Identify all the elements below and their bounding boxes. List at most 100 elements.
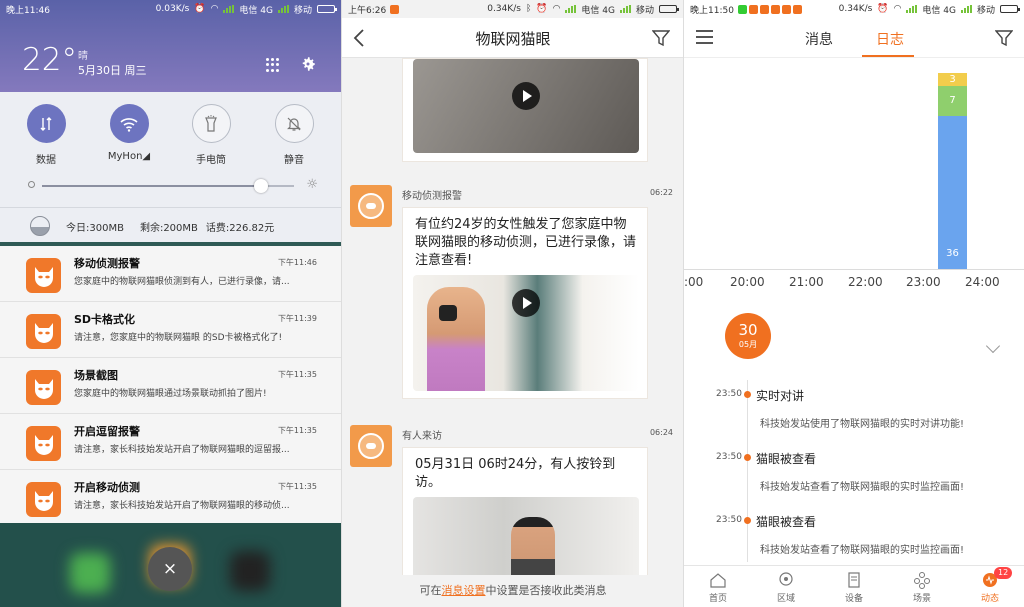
video-thumbnail[interactable] [413, 497, 639, 587]
notification-shade-panel: 晚上11:46 0.03K/s ⏰ ◠ 电信 4G 移动 22° 晴 5月30日… [0, 0, 341, 607]
weather-temp: 22° [22, 42, 77, 78]
event-title[interactable]: 猫眼被查看 [756, 450, 816, 467]
tab-scene[interactable]: 场景 [902, 571, 942, 604]
notification-text: 请注意，您家庭中的物联网猫眼 的SD卡被格式化了! [74, 333, 283, 343]
close-icon: × [162, 559, 178, 579]
quick-silent-toggle[interactable]: 静音 [264, 104, 324, 166]
event-text: 科技始发站使用了物联网猫眼的实时对讲功能! [760, 419, 965, 430]
cat-eye-app-icon [26, 258, 61, 293]
wifi-icon: ◠ [210, 4, 219, 14]
tab-activity[interactable]: 动态 12 [970, 567, 1013, 604]
camera-avatar-icon [350, 185, 392, 227]
play-icon[interactable] [512, 82, 540, 110]
menu-icon[interactable] [696, 30, 713, 44]
event-dot [744, 454, 751, 461]
notification-title: 移动侦测报警 [74, 257, 140, 270]
video-thumbnail[interactable] [413, 275, 639, 391]
battery-icon [659, 5, 679, 13]
message-settings-link[interactable]: 消息设置 [442, 584, 486, 597]
alarm-icon: ⏰ [194, 4, 206, 14]
phone-icon [70, 553, 110, 593]
carrier2-label: 移动 [635, 5, 654, 16]
event-text: 科技始发站查看了物联网猫眼的实时监控画面! [760, 482, 965, 493]
video-thumbnail[interactable] [413, 59, 639, 153]
message-title: 移动侦测报警 [402, 191, 462, 202]
notification-item[interactable]: SD卡格式化 下午11:39 请注意，您家庭中的物联网猫眼 的SD卡被格式化了! [0, 302, 341, 358]
signal-icon [906, 5, 918, 13]
activity-badge: 12 [994, 567, 1013, 579]
message-time: 06:24 [649, 428, 673, 437]
message-card: 05月31日 06时24分，有人按铃到访。 [402, 447, 648, 587]
x-tick-label: 20:00 [730, 275, 765, 289]
tab-log[interactable]: 日志 [876, 29, 904, 49]
scene-icon [914, 572, 930, 589]
filter-icon[interactable] [652, 29, 670, 47]
signal-icon-2 [277, 5, 289, 13]
quick-wifi-toggle[interactable]: MyHon◢ [99, 104, 159, 162]
event-title[interactable]: 实时对讲 [756, 387, 804, 404]
carrier-label: 电信 4G [922, 5, 956, 16]
event-title[interactable]: 猫眼被查看 [756, 513, 816, 530]
net-speed: 0.34K/s [838, 4, 873, 14]
bar-segment-2: 3 [938, 73, 967, 86]
status-time: 上午6:26 [348, 5, 387, 16]
apps-grid-icon[interactable] [266, 58, 280, 72]
brightness-knob[interactable] [254, 179, 268, 193]
tab-area[interactable]: 区域 [766, 571, 806, 604]
data-usage-row: 今日:300MB 剩余:200MB 话费:226.82元 [30, 216, 274, 236]
flashlight-icon [205, 114, 217, 132]
status-bar: 晚上11:50 0.34K/s ⏰ ◠ 电信 4G 移动 [684, 0, 1024, 18]
tab-device[interactable]: 设备 [834, 571, 874, 604]
camera-icon [230, 551, 270, 591]
alarm-icon: ⏰ [877, 4, 889, 14]
home-icon [710, 573, 726, 588]
quick-flashlight-toggle[interactable]: 手电筒 [181, 104, 241, 166]
cat-eye-app-icon [26, 482, 61, 517]
notification-text: 请注意，家长科技始发站开启了物联网猫眼的移动侦... [74, 501, 290, 511]
quick-settings: 数据 MyHon◢ 手电筒 静音 ☼ 今日:300MB 剩余:200MB 话费:… [0, 92, 341, 242]
quick-label: 手电筒 [196, 155, 226, 166]
date-badge[interactable]: 30 05月 [725, 313, 771, 359]
bluetooth-icon: ᛒ [525, 4, 532, 14]
brightness-slider[interactable]: ☼ [28, 177, 318, 193]
x-tick-label: 24:00 [965, 275, 1000, 289]
status-bar: 上午6:26 0.34K/s ᛒ ⏰ ◠ 电信 4G 移动 [342, 0, 683, 18]
gear-icon[interactable] [299, 55, 317, 73]
play-icon[interactable] [512, 289, 540, 317]
app-notif-icon [390, 4, 400, 14]
event-time: 23:50 [716, 515, 742, 525]
filter-icon[interactable] [995, 29, 1013, 47]
notification-item[interactable]: 开启移动侦测 下午11:35 请注意，家长科技始发站开启了物联网猫眼的移动侦... [0, 470, 341, 526]
alarm-icon: ⏰ [536, 4, 548, 14]
camera-avatar-icon [350, 425, 392, 467]
tab-home[interactable]: 首页 [698, 571, 738, 604]
notification-item[interactable]: 场景截图 下午11:35 您家庭中的物联网猫眼通过场景联动抓拍了图片! [0, 358, 341, 414]
notification-item[interactable]: 开启逗留报警 下午11:35 请注意，家长科技始发站开启了物联网猫眼的逗留报... [0, 414, 341, 470]
message-title: 有人来访 [402, 431, 442, 442]
data-fee: 话费:226.82元 [205, 222, 275, 234]
close-button[interactable]: × [148, 547, 192, 591]
message-time: 06:22 [649, 188, 673, 197]
quick-data-toggle[interactable]: 数据 [16, 104, 76, 166]
notification-title: 开启逗留报警 [74, 425, 140, 438]
signal-icon-2 [960, 5, 972, 13]
chevron-down-icon[interactable] [985, 338, 1001, 354]
timeline-line [747, 380, 748, 562]
notification-title: 场景截图 [74, 369, 118, 382]
tab-messages[interactable]: 消息 [805, 29, 833, 49]
carrier2-label: 移动 [976, 5, 995, 16]
message-settings-footer: 可在消息设置中设置是否接收此类消息 [342, 575, 683, 607]
event-dot [744, 517, 751, 524]
carrier-label: 电信 4G [239, 5, 273, 16]
tab-active-indicator [862, 55, 914, 57]
data-today: 今日:300MB [66, 222, 124, 234]
status-time: 晚上11:46 [6, 5, 50, 16]
log-panel: 晚上11:50 0.34K/s ⏰ ◠ 电信 4G 移动 消息 日志 36 7 3 … [683, 0, 1024, 607]
notification-time: 下午11:35 [277, 482, 317, 491]
date-day: 30 [738, 321, 758, 339]
x-tick-label: 21:00 [789, 275, 824, 289]
page-title: 物联网猫眼 [475, 30, 551, 48]
message-text: 05月31日 06时24分，有人按铃到访。 [415, 457, 616, 490]
notification-text: 您家庭中的物联网猫眼侦测到有人，已进行录像，请... [74, 277, 290, 287]
notification-item[interactable]: 移动侦测报警 下午11:46 您家庭中的物联网猫眼侦测到有人，已进行录像，请... [0, 246, 341, 302]
